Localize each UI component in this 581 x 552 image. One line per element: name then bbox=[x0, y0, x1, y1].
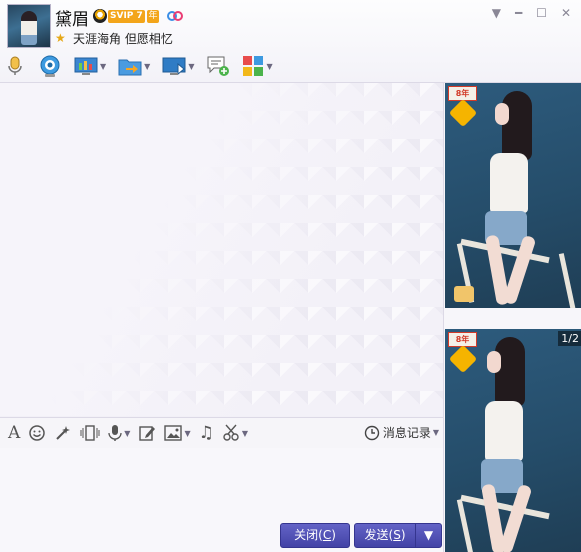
chevron-down-icon[interactable]: ▼ bbox=[144, 62, 150, 71]
dropdown-icon[interactable]: ▼ bbox=[492, 6, 501, 20]
close-button-key: C bbox=[322, 528, 332, 542]
scissors-icon bbox=[223, 424, 239, 441]
chevron-down-icon[interactable]: ▼ bbox=[188, 62, 194, 71]
year-badge[interactable]: 年 bbox=[147, 10, 159, 23]
send-options-button[interactable]: ▼ bbox=[415, 523, 442, 548]
friend-link-icon[interactable] bbox=[166, 10, 184, 22]
clock-icon bbox=[364, 425, 380, 440]
qq-penguin-icon[interactable] bbox=[93, 9, 107, 23]
level-badge-icon bbox=[448, 344, 478, 374]
contact-avatar[interactable] bbox=[7, 4, 51, 48]
message-history-button[interactable]: 消息记录 ▼ bbox=[364, 424, 439, 441]
close-icon[interactable]: ✕ bbox=[561, 6, 571, 20]
contact-nickname[interactable]: 黛眉 bbox=[55, 5, 89, 30]
contact-show-photo[interactable]: 8年 1/2 bbox=[445, 329, 581, 552]
message-history-area[interactable] bbox=[0, 83, 443, 416]
microphone-icon bbox=[8, 56, 22, 75]
side-panel: 8年 8年 1/2 bbox=[443, 83, 581, 552]
music-icon[interactable]: ♫ bbox=[199, 423, 214, 443]
apps-button[interactable]: ▼ bbox=[242, 53, 273, 79]
folder-transfer-icon bbox=[118, 59, 142, 76]
remote-desktop-icon bbox=[162, 57, 186, 76]
send-image-button[interactable]: ▼ bbox=[164, 425, 191, 441]
send-button[interactable]: 发送(S) bbox=[354, 523, 416, 548]
chevron-down-icon[interactable]: ▼ bbox=[124, 429, 130, 438]
file-transfer-button[interactable]: ▼ bbox=[118, 53, 150, 79]
minimize-icon[interactable]: ━ bbox=[515, 6, 522, 20]
chevron-down-icon[interactable]: ▼ bbox=[433, 428, 439, 437]
screen-share-icon bbox=[74, 57, 98, 75]
new-discussion-button[interactable] bbox=[206, 53, 230, 79]
thumbs-up-icon[interactable] bbox=[454, 286, 474, 302]
font-icon[interactable]: A bbox=[8, 423, 20, 443]
chat-window: 黛眉 SVIP 7 年 ★ 天涯海角 但愿相忆 ▼ ━ ☐ ✕ ▼ ▼ ▼ ▼ … bbox=[0, 0, 581, 552]
image-icon bbox=[164, 425, 183, 441]
voice-call-button[interactable] bbox=[4, 53, 26, 79]
webcam-icon bbox=[40, 55, 60, 77]
send-button-label: 发送 bbox=[364, 528, 389, 542]
message-history-label: 消息记录 bbox=[382, 426, 431, 440]
screen-share-button[interactable]: ▼ bbox=[74, 53, 106, 79]
input-toolbar: A ▼ ▼ ♫ ▼ 消息记录 ▼ bbox=[0, 417, 443, 448]
svip-badge[interactable]: SVIP 7 bbox=[108, 10, 145, 23]
chat-toolbar: ▼ ▼ ▼ ▼ bbox=[4, 52, 285, 80]
shake-window-icon[interactable] bbox=[80, 424, 100, 442]
chevron-down-icon[interactable]: ▼ bbox=[100, 62, 106, 71]
remote-assist-button[interactable]: ▼ bbox=[162, 53, 194, 79]
contact-show-photo[interactable]: 8年 bbox=[445, 83, 581, 308]
contact-signature: 天涯海角 但愿相忆 bbox=[73, 32, 173, 46]
window-controls: ▼ ━ ☐ ✕ bbox=[492, 6, 571, 20]
chevron-down-icon[interactable]: ▼ bbox=[242, 429, 248, 438]
level-badge-icon bbox=[448, 98, 478, 128]
magic-wand-icon[interactable] bbox=[54, 424, 72, 442]
maximize-icon[interactable]: ☐ bbox=[536, 6, 547, 20]
microphone-icon bbox=[108, 425, 122, 441]
star-icon: ★ bbox=[55, 31, 66, 45]
apps-grid-icon bbox=[243, 56, 264, 76]
close-button[interactable]: 关闭(C) bbox=[280, 523, 350, 548]
edit-icon[interactable] bbox=[138, 424, 156, 442]
video-call-button[interactable] bbox=[38, 53, 62, 79]
chevron-down-icon[interactable]: ▼ bbox=[184, 429, 190, 438]
photo-pager: 1/2 bbox=[558, 331, 581, 346]
emoji-icon[interactable] bbox=[28, 424, 46, 442]
chevron-down-icon[interactable]: ▼ bbox=[266, 62, 272, 71]
voice-message-button[interactable]: ▼ bbox=[108, 424, 130, 442]
caret-down-icon: ▼ bbox=[423, 528, 434, 542]
send-button-key: S bbox=[393, 528, 401, 542]
chat-add-icon bbox=[207, 56, 230, 76]
close-button-label: 关闭 bbox=[294, 528, 319, 542]
screenshot-button[interactable]: ▼ bbox=[222, 424, 248, 442]
contact-header: 黛眉 SVIP 7 年 ★ 天涯海角 但愿相忆 ▼ ━ ☐ ✕ ▼ ▼ ▼ ▼ bbox=[0, 0, 581, 83]
